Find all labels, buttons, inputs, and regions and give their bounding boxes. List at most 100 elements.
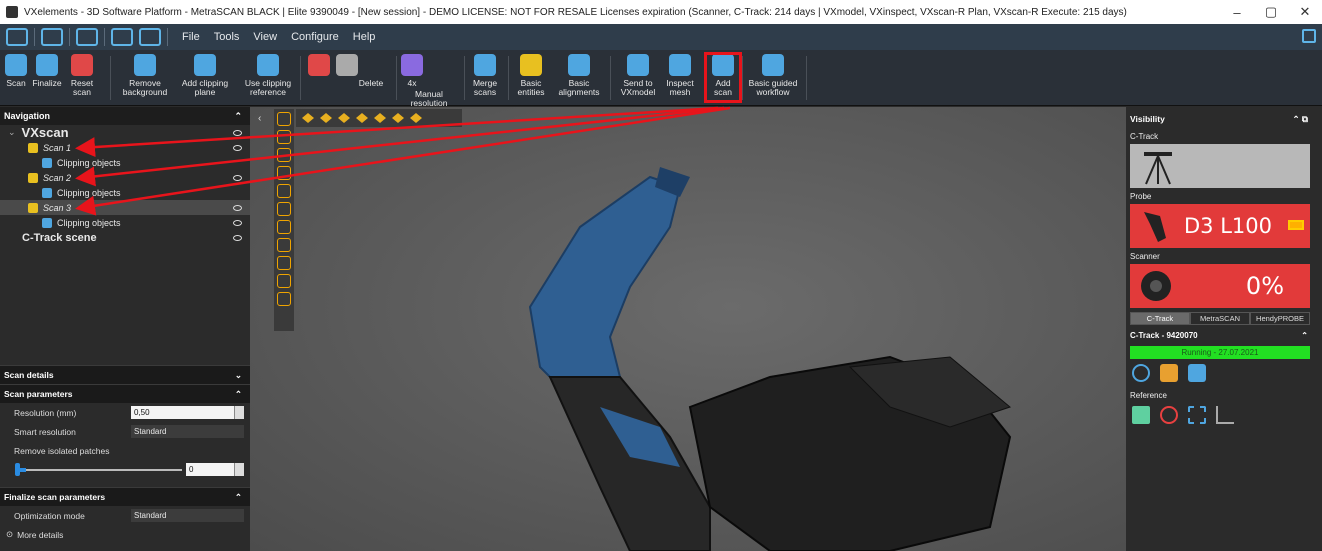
3d-viewport[interactable]: ‹	[250, 107, 1126, 551]
eye-icon[interactable]	[233, 174, 242, 181]
redo-icon[interactable]	[139, 28, 161, 46]
divider	[34, 28, 35, 46]
spinner-icon[interactable]	[234, 406, 244, 419]
delete-selection-button[interactable]	[306, 52, 332, 104]
optimization-select[interactable]: Standard	[131, 509, 244, 522]
basic-entities-button[interactable]: Basic entities	[512, 52, 550, 104]
finalize-icon	[36, 54, 58, 76]
add-clipping-plane-button[interactable]: Add clipping plane	[176, 52, 234, 104]
chevron-up-icon[interactable]: ⌃	[235, 389, 242, 400]
tree-item-scan-1[interactable]: Scan 1	[0, 140, 250, 155]
scan-parameters-header[interactable]: Scan parameters ⌃	[0, 384, 250, 403]
minimize-button[interactable]: –	[1220, 5, 1254, 20]
eye-icon[interactable]	[233, 144, 242, 151]
menu-view[interactable]: View	[253, 31, 277, 43]
tree-item-clipping[interactable]: Clipping objects	[0, 215, 250, 230]
battery-icon	[1288, 220, 1304, 230]
slider-track[interactable]	[16, 469, 182, 471]
patches-input[interactable]: 0	[186, 463, 244, 476]
tab-ctrack[interactable]: C-Track	[1130, 312, 1190, 325]
scanner-device-icon	[1141, 271, 1171, 301]
clipping-icon	[42, 157, 52, 168]
tree-item-clipping[interactable]: Clipping objects	[0, 155, 250, 170]
scanner-card[interactable]: 0%	[1130, 264, 1310, 308]
reset-scan-button[interactable]: Reset scan	[66, 52, 98, 104]
send-to-vxmodel-button[interactable]: Send to VXmodel	[616, 52, 660, 104]
finalize-button[interactable]: Finalize	[30, 52, 64, 104]
chevron-down-icon[interactable]: ⌄	[8, 127, 16, 138]
more-details-link[interactable]: ⊙ More details	[0, 525, 250, 544]
wrench-icon[interactable]	[1160, 364, 1178, 382]
chevron-down-icon[interactable]: ⌄	[235, 370, 242, 381]
collapse-icon[interactable]: ⌃ ⧉	[1292, 114, 1308, 125]
highlight-box	[704, 52, 742, 103]
scan-item-icon	[28, 172, 38, 183]
navigation-title: Navigation	[4, 111, 51, 121]
positioning-target-icon[interactable]	[1188, 406, 1206, 424]
target-cross-icon[interactable]	[1160, 406, 1178, 424]
tree-item-scan-2[interactable]: Scan 2	[0, 170, 250, 185]
tree-item-scan-3[interactable]: Scan 3	[0, 200, 250, 215]
basic-alignments-button[interactable]: Basic alignments	[554, 52, 604, 104]
eye-icon[interactable]	[233, 219, 242, 226]
chevron-up-icon[interactable]: ⌃	[235, 492, 242, 503]
visibility-header: Visibility ⌃ ⧉	[1130, 113, 1308, 125]
workflow-icon	[762, 54, 784, 76]
menu-configure[interactable]: Configure	[291, 31, 339, 43]
new-file-icon[interactable]	[41, 28, 63, 46]
ctrack-card[interactable]	[1130, 144, 1310, 188]
inspect-mesh-button[interactable]: Inspect mesh	[662, 52, 698, 104]
axes-icon[interactable]	[1216, 406, 1234, 424]
collapse-icon[interactable]: ⌃	[234, 111, 242, 122]
merge-icon	[474, 54, 496, 76]
delete-button[interactable]: Delete	[344, 52, 398, 104]
target-icon[interactable]	[1132, 364, 1150, 382]
eye-icon[interactable]	[233, 234, 242, 241]
divider	[508, 56, 509, 100]
close-button[interactable]: ✕	[1288, 4, 1322, 20]
merge-scans-button[interactable]: Merge scans	[470, 52, 500, 104]
tree-item-scene[interactable]: C-Track scene	[0, 230, 250, 245]
right-edge-bar	[1314, 107, 1322, 551]
resolution-row: Resolution (mm) 0,50	[0, 403, 250, 422]
drill-model	[528, 167, 1012, 551]
menu-tools[interactable]: Tools	[214, 31, 240, 43]
eye-icon[interactable]	[233, 204, 242, 211]
menu-file[interactable]: File	[182, 31, 200, 43]
collapse-icon[interactable]: ⌃	[1301, 331, 1308, 340]
divider	[69, 28, 70, 46]
divider	[300, 56, 301, 100]
use-clipping-reference-button[interactable]: Use clipping reference	[240, 52, 296, 104]
tree-item-clipping[interactable]: Clipping objects	[0, 185, 250, 200]
send-icon	[627, 54, 649, 76]
undo-icon[interactable]	[111, 28, 133, 46]
chat-icon[interactable]	[1302, 29, 1316, 43]
basic-guided-workflow-button[interactable]: Basic guided workflow	[746, 52, 800, 104]
manual-resolution-button[interactable]: Manual resolution	[398, 90, 460, 108]
home-icon[interactable]	[6, 28, 28, 46]
maximize-button[interactable]: ▢	[1254, 4, 1288, 20]
tab-handyprobe[interactable]: HendyPROBE	[1250, 312, 1310, 325]
calibration-icon[interactable]	[1188, 364, 1206, 382]
smart-resolution-select[interactable]: Standard	[131, 425, 244, 438]
eye-icon[interactable]	[233, 129, 242, 136]
slider-handle[interactable]	[15, 463, 20, 476]
window-title: VXelements - 3D Software Platform - Metr…	[24, 6, 1127, 18]
tab-metrascan[interactable]: MetraSCAN	[1190, 312, 1250, 325]
menu-help[interactable]: Help	[353, 31, 376, 43]
entities-icon	[520, 54, 542, 76]
probe-card[interactable]: D3 L100	[1130, 204, 1310, 248]
remove-background-button[interactable]: Remove background	[120, 52, 170, 104]
save-icon[interactable]	[76, 28, 98, 46]
scan-details-header[interactable]: Scan details ⌄	[0, 365, 250, 384]
resolution-input[interactable]: 0,50	[131, 406, 244, 419]
clipping-plane-icon	[194, 54, 216, 76]
finalize-parameters-header[interactable]: Finalize scan parameters ⌃	[0, 487, 250, 506]
reference-cup-icon[interactable]	[1132, 406, 1150, 424]
status-badge: Running - 27.07.2021	[1130, 346, 1310, 359]
spinner-icon[interactable]	[234, 463, 244, 476]
tree-root[interactable]: ⌄ VXscan	[0, 125, 250, 140]
device-actions	[1126, 359, 1314, 387]
scan-button[interactable]: Scan	[2, 52, 30, 104]
scanner-percent: 0%	[1245, 272, 1284, 300]
